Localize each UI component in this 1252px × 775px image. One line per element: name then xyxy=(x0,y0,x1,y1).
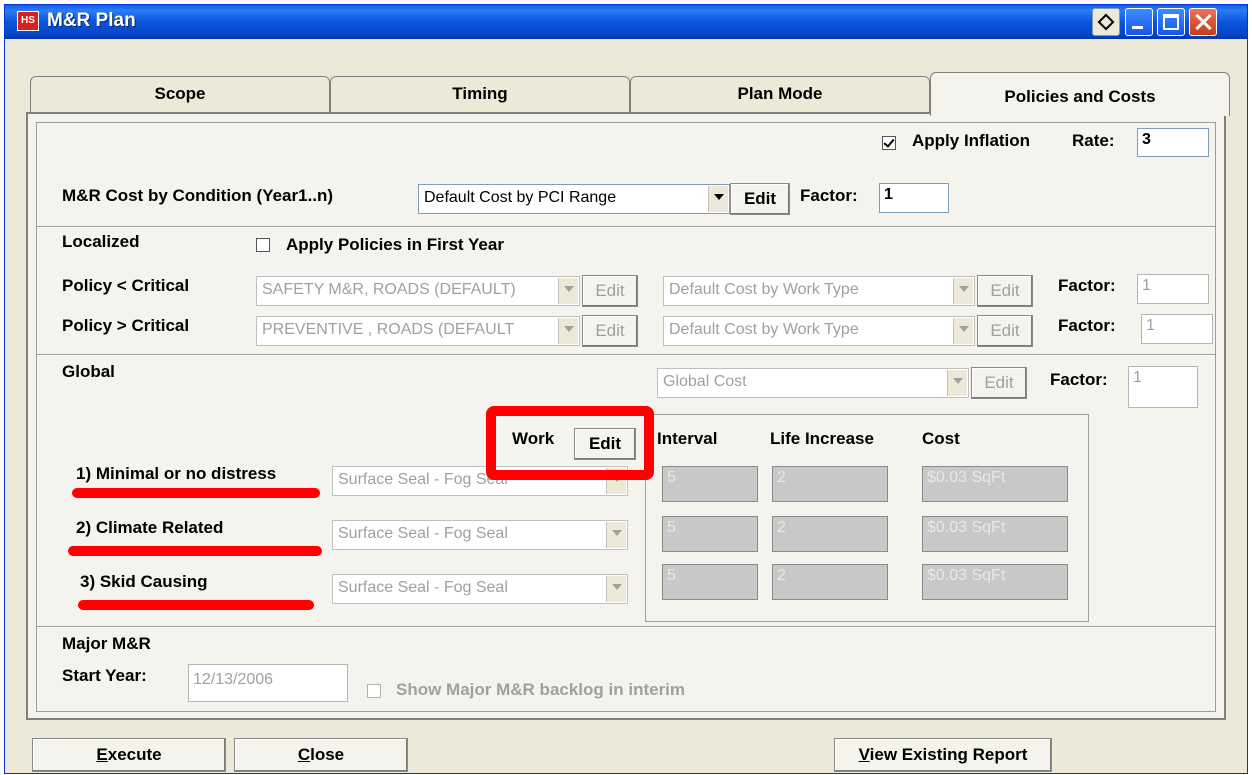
global-row-life-increase[interactable]: 2 xyxy=(772,466,888,502)
window-title: M&R Plan xyxy=(47,10,136,31)
app-icon: HS xyxy=(17,11,39,31)
policy-below-critical-cost-value: Default Cost by Work Type xyxy=(669,281,859,298)
global-row-cost[interactable]: $0.03 SqFt xyxy=(922,516,1068,552)
policy-above-critical-factor-label: Factor: xyxy=(1058,316,1116,335)
policy-below-critical-cost-select[interactable]: Default Cost by Work Type xyxy=(663,276,975,306)
chevron-down-icon[interactable] xyxy=(708,186,728,212)
chevron-down-icon[interactable] xyxy=(558,278,578,304)
execute-button[interactable]: Execute xyxy=(32,738,226,772)
divider xyxy=(37,626,1215,628)
divider xyxy=(37,354,1215,356)
policy-below-critical-factor-label: Factor: xyxy=(1058,276,1116,295)
policy-below-critical-edit-button[interactable]: Edit xyxy=(582,275,638,307)
apply-first-year-label: Apply Policies in First Year xyxy=(286,235,504,254)
minimize-icon[interactable] xyxy=(1125,8,1153,36)
cost-by-condition-label: M&R Cost by Condition (Year1..n) xyxy=(62,186,334,205)
cost-factor-label: Factor: xyxy=(800,186,858,205)
life-increase-header: Life Increase xyxy=(770,429,874,448)
policy-above-critical-factor-input[interactable]: 1 xyxy=(1141,314,1213,344)
localized-heading: Localized xyxy=(62,232,140,251)
global-factor-input[interactable]: 1 xyxy=(1128,366,1198,408)
execute-mnemonic: E xyxy=(96,745,108,764)
divider xyxy=(37,226,1215,228)
close-button[interactable]: Close xyxy=(234,738,408,772)
global-row-life-increase[interactable]: 2 xyxy=(772,564,888,600)
global-row-cost[interactable]: $0.03 SqFt xyxy=(922,564,1068,600)
global-row-interval[interactable]: 5 xyxy=(662,466,758,502)
annotation-underline xyxy=(68,546,322,556)
cost-by-condition-edit-button[interactable]: Edit xyxy=(730,183,790,215)
policy-below-critical-value: SAFETY M&R, ROADS (DEFAULT) xyxy=(262,281,516,298)
chevron-down-icon[interactable] xyxy=(558,318,578,344)
cost-by-condition-value: Default Cost by PCI Range xyxy=(424,189,617,206)
global-row-work-value: Surface Seal - Fog Seal xyxy=(338,579,508,596)
chevron-down-icon[interactable] xyxy=(947,370,967,396)
maximize-icon[interactable] xyxy=(1157,8,1185,36)
tab-policies-and-costs[interactable]: Policies and Costs xyxy=(930,72,1230,116)
policy-below-critical-cost-edit-button[interactable]: Edit xyxy=(977,275,1033,307)
policy-above-critical-select[interactable]: PREVENTIVE , ROADS (DEFAULT xyxy=(256,316,580,346)
global-row-work-select[interactable]: Surface Seal - Fog Seal xyxy=(332,574,628,604)
annotation-underline xyxy=(72,488,320,498)
apply-inflation-label: Apply Inflation xyxy=(912,131,1031,150)
global-row-label: 2) Climate Related xyxy=(76,518,224,537)
annotation-highlight-box xyxy=(486,406,654,480)
apply-first-year-checkbox[interactable] xyxy=(256,238,270,252)
policy-above-critical-cost-edit-button[interactable]: Edit xyxy=(977,315,1033,347)
cost-by-condition-select[interactable]: Default Cost by PCI Range xyxy=(418,184,730,214)
chevron-down-icon[interactable] xyxy=(953,278,973,304)
global-row-cost[interactable]: $0.03 SqFt xyxy=(922,466,1068,502)
chevron-down-icon[interactable] xyxy=(953,318,973,344)
policy-above-critical-label: Policy > Critical xyxy=(62,316,190,335)
major-heading: Major M&R xyxy=(62,634,151,653)
help-icon[interactable] xyxy=(1092,8,1120,36)
start-year-input[interactable]: 12/13/2006 xyxy=(188,664,348,702)
show-backlog-label: Show Major M&R backlog in interim xyxy=(396,680,686,699)
apply-inflation-checkbox[interactable] xyxy=(882,136,896,150)
policy-above-critical-cost-select[interactable]: Default Cost by Work Type xyxy=(663,316,975,346)
view-report-mnemonic: V xyxy=(858,745,870,764)
show-backlog-checkbox[interactable] xyxy=(367,684,381,698)
global-row-label: 1) Minimal or no distress xyxy=(76,464,277,483)
policy-above-critical-cost-value: Default Cost by Work Type xyxy=(669,321,859,338)
policy-below-critical-select[interactable]: SAFETY M&R, ROADS (DEFAULT) xyxy=(256,276,580,306)
global-row-interval[interactable]: 5 xyxy=(662,516,758,552)
view-report-label: iew Existing Report xyxy=(869,745,1028,764)
global-row-life-increase[interactable]: 2 xyxy=(772,516,888,552)
tab-scope[interactable]: Scope xyxy=(30,76,330,112)
tab-plan-mode[interactable]: Plan Mode xyxy=(630,76,930,112)
interval-header: Interval xyxy=(657,429,718,448)
start-year-label: Start Year: xyxy=(62,666,147,685)
global-cost-select[interactable]: Global Cost xyxy=(657,368,969,398)
global-row-label: 3) Skid Causing xyxy=(80,572,208,591)
global-row-interval[interactable]: 5 xyxy=(662,564,758,600)
rate-input[interactable]: 3 xyxy=(1137,128,1209,157)
policy-above-critical-value: PREVENTIVE , ROADS (DEFAULT xyxy=(262,321,515,338)
global-cost-value: Global Cost xyxy=(663,373,747,390)
annotation-underline xyxy=(78,600,314,610)
global-row-work-value: Surface Seal - Fog Seal xyxy=(338,525,508,542)
policy-below-critical-factor-input[interactable]: 1 xyxy=(1137,274,1209,304)
policy-above-critical-edit-button[interactable]: Edit xyxy=(582,315,638,347)
view-existing-report-button[interactable]: View Existing Report xyxy=(834,738,1052,772)
cost-header: Cost xyxy=(922,429,960,448)
title-bar[interactable]: HS M&R Plan xyxy=(5,5,1247,39)
chevron-down-icon[interactable] xyxy=(606,522,626,548)
global-row-work-select[interactable]: Surface Seal - Fog Seal xyxy=(332,520,628,550)
global-factor-label: Factor: xyxy=(1050,370,1108,389)
global-cost-edit-button[interactable]: Edit xyxy=(971,367,1027,399)
close-label: lose xyxy=(310,745,345,764)
global-heading: Global xyxy=(62,362,115,381)
policy-below-critical-label: Policy < Critical xyxy=(62,276,190,295)
chevron-down-icon[interactable] xyxy=(606,576,626,602)
close-icon[interactable] xyxy=(1189,8,1217,36)
cost-factor-input[interactable]: 1 xyxy=(879,183,949,213)
rate-label: Rate: xyxy=(1072,131,1115,150)
execute-label: xecute xyxy=(107,745,162,764)
tab-timing[interactable]: Timing xyxy=(330,76,630,112)
close-mnemonic: C xyxy=(297,745,311,764)
global-row-work-value: Surface Seal - Fog Seal xyxy=(338,471,508,488)
